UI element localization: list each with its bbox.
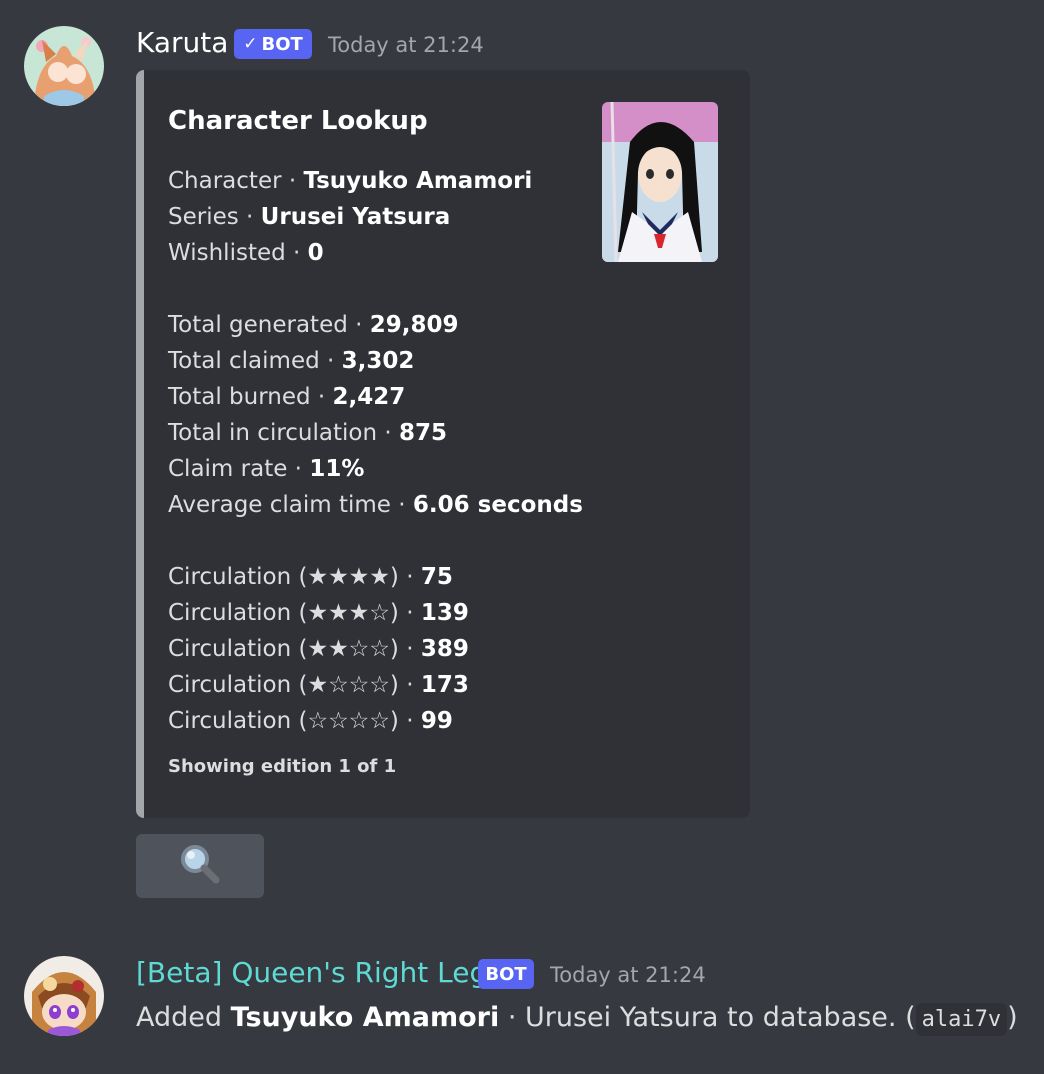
- karuta-avatar[interactable]: [24, 26, 104, 106]
- field-label: Wishlisted ·: [168, 240, 308, 266]
- field-label: Character ·: [168, 168, 304, 194]
- stat-value: 29,809: [369, 312, 459, 338]
- bot-tag-label: BOT: [485, 963, 527, 985]
- character-code: alai7v: [915, 1003, 1008, 1036]
- bot-tag: ✓ BOT: [234, 29, 312, 59]
- stat-label: Total in circulation ·: [168, 420, 399, 446]
- field-label: Series ·: [168, 204, 261, 230]
- field-wishlisted: Wishlisted · 0: [168, 238, 324, 268]
- field-value: Urusei Yatsura: [260, 204, 451, 230]
- character-lookup-embed: Character Lookup Character · Tsuyuko Ama…: [136, 70, 750, 818]
- message-content: Added Tsuyuko Amamori · Urusei Yatsura t…: [136, 998, 1018, 1038]
- circulation-value: 389: [420, 636, 469, 662]
- circulation-label: Circulation (☆☆☆☆) ·: [168, 708, 421, 734]
- bot-tag: BOT: [478, 959, 534, 989]
- stat-label: Total claimed ·: [168, 348, 342, 374]
- stat-label: Total burned ·: [168, 384, 333, 410]
- embed-title: Character Lookup: [168, 106, 428, 136]
- embed-footer: Showing edition 1 of 1: [168, 756, 397, 777]
- stat-label: Average claim time ·: [168, 492, 413, 518]
- circulation-3-star: Circulation (★★★☆) · 139: [168, 598, 469, 628]
- character-name: Tsuyuko Amamori: [230, 1002, 500, 1033]
- stat-value: 3,302: [341, 348, 415, 374]
- message-timestamp[interactable]: Today at 21:24: [328, 33, 484, 57]
- circulation-2-star: Circulation (★★☆☆) · 389: [168, 634, 469, 664]
- circulation-label: Circulation (★☆☆☆) ·: [168, 672, 421, 698]
- stat-total-generated: Total generated · 29,809: [168, 310, 459, 340]
- author-name[interactable]: Karuta: [136, 26, 228, 59]
- message-karuta: Karuta ✓ BOT Today at 21:24 Character Lo…: [0, 0, 1044, 920]
- bot-tag-label: BOT: [261, 33, 303, 55]
- stat-total-in-circulation: Total in circulation · 875: [168, 418, 447, 448]
- message-queens-right-leg: [Beta] Queen's Right Leg BOT Today at 21…: [0, 940, 1044, 1070]
- circulation-value: 75: [420, 564, 453, 590]
- circulation-value: 173: [420, 672, 469, 698]
- circulation-label: Circulation (★★★☆) ·: [168, 600, 421, 626]
- circulation-value: 99: [420, 708, 453, 734]
- magnifying-glass-icon: [178, 842, 222, 890]
- circulation-value: 139: [420, 600, 469, 626]
- field-value: 0: [307, 240, 324, 266]
- queens-right-leg-avatar[interactable]: [24, 956, 104, 1036]
- character-thumbnail[interactable]: [602, 102, 718, 262]
- circulation-1-star: Circulation (★☆☆☆) · 173: [168, 670, 469, 700]
- message-timestamp[interactable]: Today at 21:24: [550, 963, 706, 987]
- lookup-button[interactable]: [136, 834, 264, 898]
- checkmark-icon: ✓: [243, 34, 258, 54]
- stat-value: 2,427: [332, 384, 406, 410]
- circulation-label: Circulation (★★★★) ·: [168, 564, 421, 590]
- stat-claim-rate: Claim rate · 11%: [168, 454, 364, 484]
- message-text: · Urusei Yatsura to database. (: [499, 1002, 916, 1033]
- circulation-label: Circulation (★★☆☆) ·: [168, 636, 421, 662]
- stat-label: Total generated ·: [168, 312, 370, 338]
- message-text: Added: [136, 1002, 231, 1033]
- field-value: Tsuyuko Amamori: [303, 168, 533, 194]
- message-text: ): [1007, 1002, 1018, 1033]
- stat-total-burned: Total burned · 2,427: [168, 382, 405, 412]
- field-character: Character · Tsuyuko Amamori: [168, 166, 532, 196]
- stat-value: 6.06 seconds: [412, 492, 583, 518]
- circulation-4-star: Circulation (★★★★) · 75: [168, 562, 453, 592]
- stat-value: 875: [399, 420, 448, 446]
- circulation-0-star: Circulation (☆☆☆☆) · 99: [168, 706, 453, 736]
- author-name[interactable]: [Beta] Queen's Right Leg: [136, 956, 487, 989]
- stat-value: 11%: [309, 456, 365, 482]
- stat-average-claim-time: Average claim time · 6.06 seconds: [168, 490, 583, 520]
- stat-total-claimed: Total claimed · 3,302: [168, 346, 414, 376]
- field-series: Series · Urusei Yatsura: [168, 202, 450, 232]
- stat-label: Claim rate ·: [168, 456, 310, 482]
